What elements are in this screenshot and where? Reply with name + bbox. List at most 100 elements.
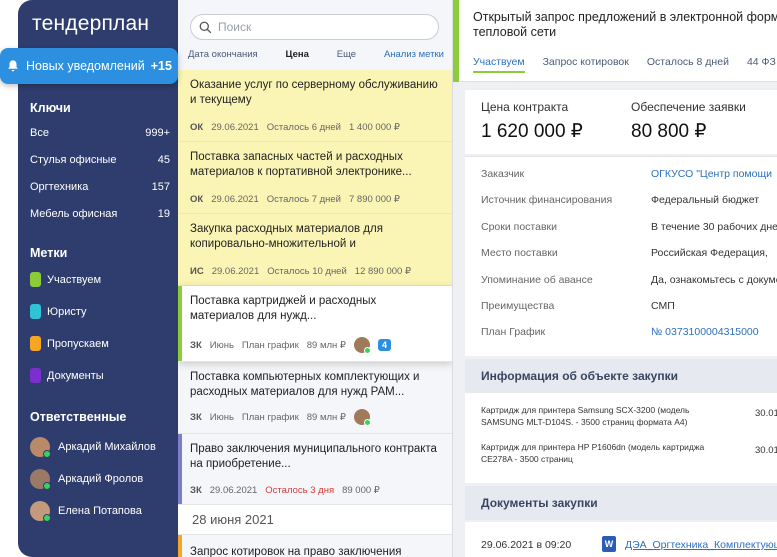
info-key: Преимущества [481,300,555,312]
list-item[interactable]: Право заключения муниципального контракт… [178,434,452,505]
item-price: 89 млн ₽ [306,411,346,423]
list-item[interactable]: Закупка расходных материалов для копиров… [178,214,452,286]
item-title: Оказание услуг по серверному обслуживани… [190,79,438,106]
item-type: ЗК [190,339,202,351]
sidebar-person[interactable]: Елена Потапова [30,501,142,522]
info-row: Сроки поставки В течение 30 рабочих дней [481,221,777,233]
info-key: Источник финансирования [481,194,613,206]
item-date: Июнь [209,411,234,423]
avatar [30,501,51,522]
item-remaining: Осталось 10 дней [267,266,347,277]
list-item[interactable]: Поставка запасных частей и расходных мат… [178,142,452,214]
item-date: 29.06.2021 [211,122,259,133]
tag-label: Документы [47,369,104,382]
search-icon [199,21,212,33]
detail-title: Открытый запрос предложений в электронно… [473,10,777,40]
item-date: 29.06.2021 [211,266,260,277]
tender-info: Заказчик ОГКУСО "Центр помощи Источник ф… [465,156,777,356]
item-price: 89 000 ₽ [342,485,380,496]
key-label: Стулья офисные [30,154,117,166]
item-remaining: План график [241,339,299,351]
document-row: 29.06.2021 в 09:20 W ДЭА_Оргтехника_Комп… [465,522,777,557]
detail-header: Открытый запрос предложений в электронно… [453,0,777,82]
sidebar-key-furniture[interactable]: Мебель офисная 19 [30,208,170,220]
notifications-button[interactable]: Новых уведомлений +15 [0,48,178,84]
info-value: СМП [651,300,675,312]
tags-section-title: Метки [30,246,68,260]
sidebar-tag-lawyer[interactable]: Юристу [30,304,87,319]
item-remaining: Осталось 6 дней [266,122,341,133]
item-title: Закупка расходных материалов для копиров… [190,223,383,250]
tag-color-bar [178,286,182,361]
notifications-count: +15 [150,59,172,73]
tab-remaining[interactable]: Осталось 8 дней [647,56,729,73]
item-meta: ОК 29.06.2021 Осталось 6 дней 1 400 000 … [190,122,408,133]
item-type: ЗК [190,411,202,423]
item-meta: ОК 29.06.2021 Осталось 7 дней 7 890 000 … [190,194,408,205]
sort-more[interactable]: Еще [337,49,356,60]
sidebar-tag-skip[interactable]: Пропускаем [30,336,109,351]
item-title: Поставка компьютерных комплектующих и ра… [190,371,420,398]
info-row: Источник финансирования Федеральный бюдж… [481,194,777,206]
customer-link[interactable]: ОГКУСО "Центр помощи [651,168,772,180]
sort-end-date[interactable]: Дата окончания [188,49,258,60]
tab-participate[interactable]: Участвуем [473,56,525,73]
item-type: ЗК [190,485,202,496]
avatar [30,437,51,458]
key-label: Мебель офисная [30,208,118,220]
tag-label: Участвуем [47,273,102,286]
tab-procedure-type[interactable]: Запрос котировок [543,56,629,73]
bell-icon [8,60,18,72]
keys-section-title: Ключи [30,101,71,115]
item-title: Поставка запасных частей и расходных мат… [190,151,412,178]
item-remaining: План график [241,411,299,423]
item-meta: ИС 29.06.2021 Осталось 10 дней 12 890 00… [190,266,419,277]
sidebar-tag-participate[interactable]: Участвуем [30,272,101,287]
detail-title-line: тепловой сети [473,25,557,39]
list-item[interactable]: Запрос котировок на право заключения [178,535,452,557]
info-key: Сроки поставки [481,221,557,233]
contract-price: 1 620 000 ₽ [481,121,583,142]
tag-label: Юристу [47,305,87,318]
item-type: ОК [190,122,204,133]
plan-schedule-link[interactable]: № 0373100004315000 [651,326,759,338]
object-section-title[interactable]: Информация об объекте закупки [465,359,777,393]
object-row: Картридж для принтера HP P1606dn (модель… [481,441,777,465]
word-doc-icon: W [602,536,616,552]
list-item[interactable]: Оказание услуг по серверному обслуживани… [178,70,452,142]
item-price: 89 млн ₽ [306,339,346,351]
info-key: Упоминание об авансе [481,274,593,286]
sidebar-key-chairs[interactable]: Стулья офисные 45 [30,154,170,166]
info-row: Заказчик ОГКУСО "Центр помощи [481,168,777,180]
docs-section-title[interactable]: Документы закупки [465,486,777,520]
document-link[interactable]: ДЭА_Оргтехника_Комплектующие [625,539,777,551]
search-field[interactable]: Поиск [190,14,439,40]
item-type: ОК [190,194,204,205]
search-input[interactable]: Поиск [218,20,251,34]
sidebar-key-all[interactable]: Все 999+ [30,127,170,139]
tag-color-bar [178,434,182,504]
person-name: Аркадий Михайлов [58,441,156,453]
item-type: ИС [190,266,204,277]
tab-law[interactable]: 44 ФЗ [747,56,776,73]
list-item[interactable]: Поставка компьютерных комплектующих и ра… [178,362,452,434]
guarantee-label: Обеспечение заявки [631,100,746,114]
info-key: Заказчик [481,168,525,180]
analysis-link[interactable]: Анализ метки [384,49,444,60]
person-name: Аркадий Фролов [58,473,144,485]
sidebar-person[interactable]: Аркадий Фролов [30,469,144,490]
list-item-selected[interactable]: Поставка картриджей и расходных материал… [178,286,452,362]
object-row: Картридж для принтера Samsung SCX-3200 (… [481,404,777,428]
sidebar-person[interactable]: Аркадий Михайлов [30,437,156,458]
info-key: Место поставки [481,247,558,259]
item-price: 7 890 000 ₽ [349,194,400,205]
assignee-avatar [353,337,371,354]
sidebar-tag-documents[interactable]: Документы [30,368,104,383]
sort-price[interactable]: Цена [286,49,309,60]
item-title: Запрос котировок на право заключения [190,546,402,557]
detail-tabs: Участвуем Запрос котировок Осталось 8 дн… [473,56,777,73]
info-value: Федеральный бюджет [651,194,760,206]
sidebar-key-office-equipment[interactable]: Оргтехника 157 [30,181,170,193]
info-value: Да, ознакомьтесь с документацией [651,274,777,286]
app-logo[interactable]: тендерплан [32,12,149,36]
